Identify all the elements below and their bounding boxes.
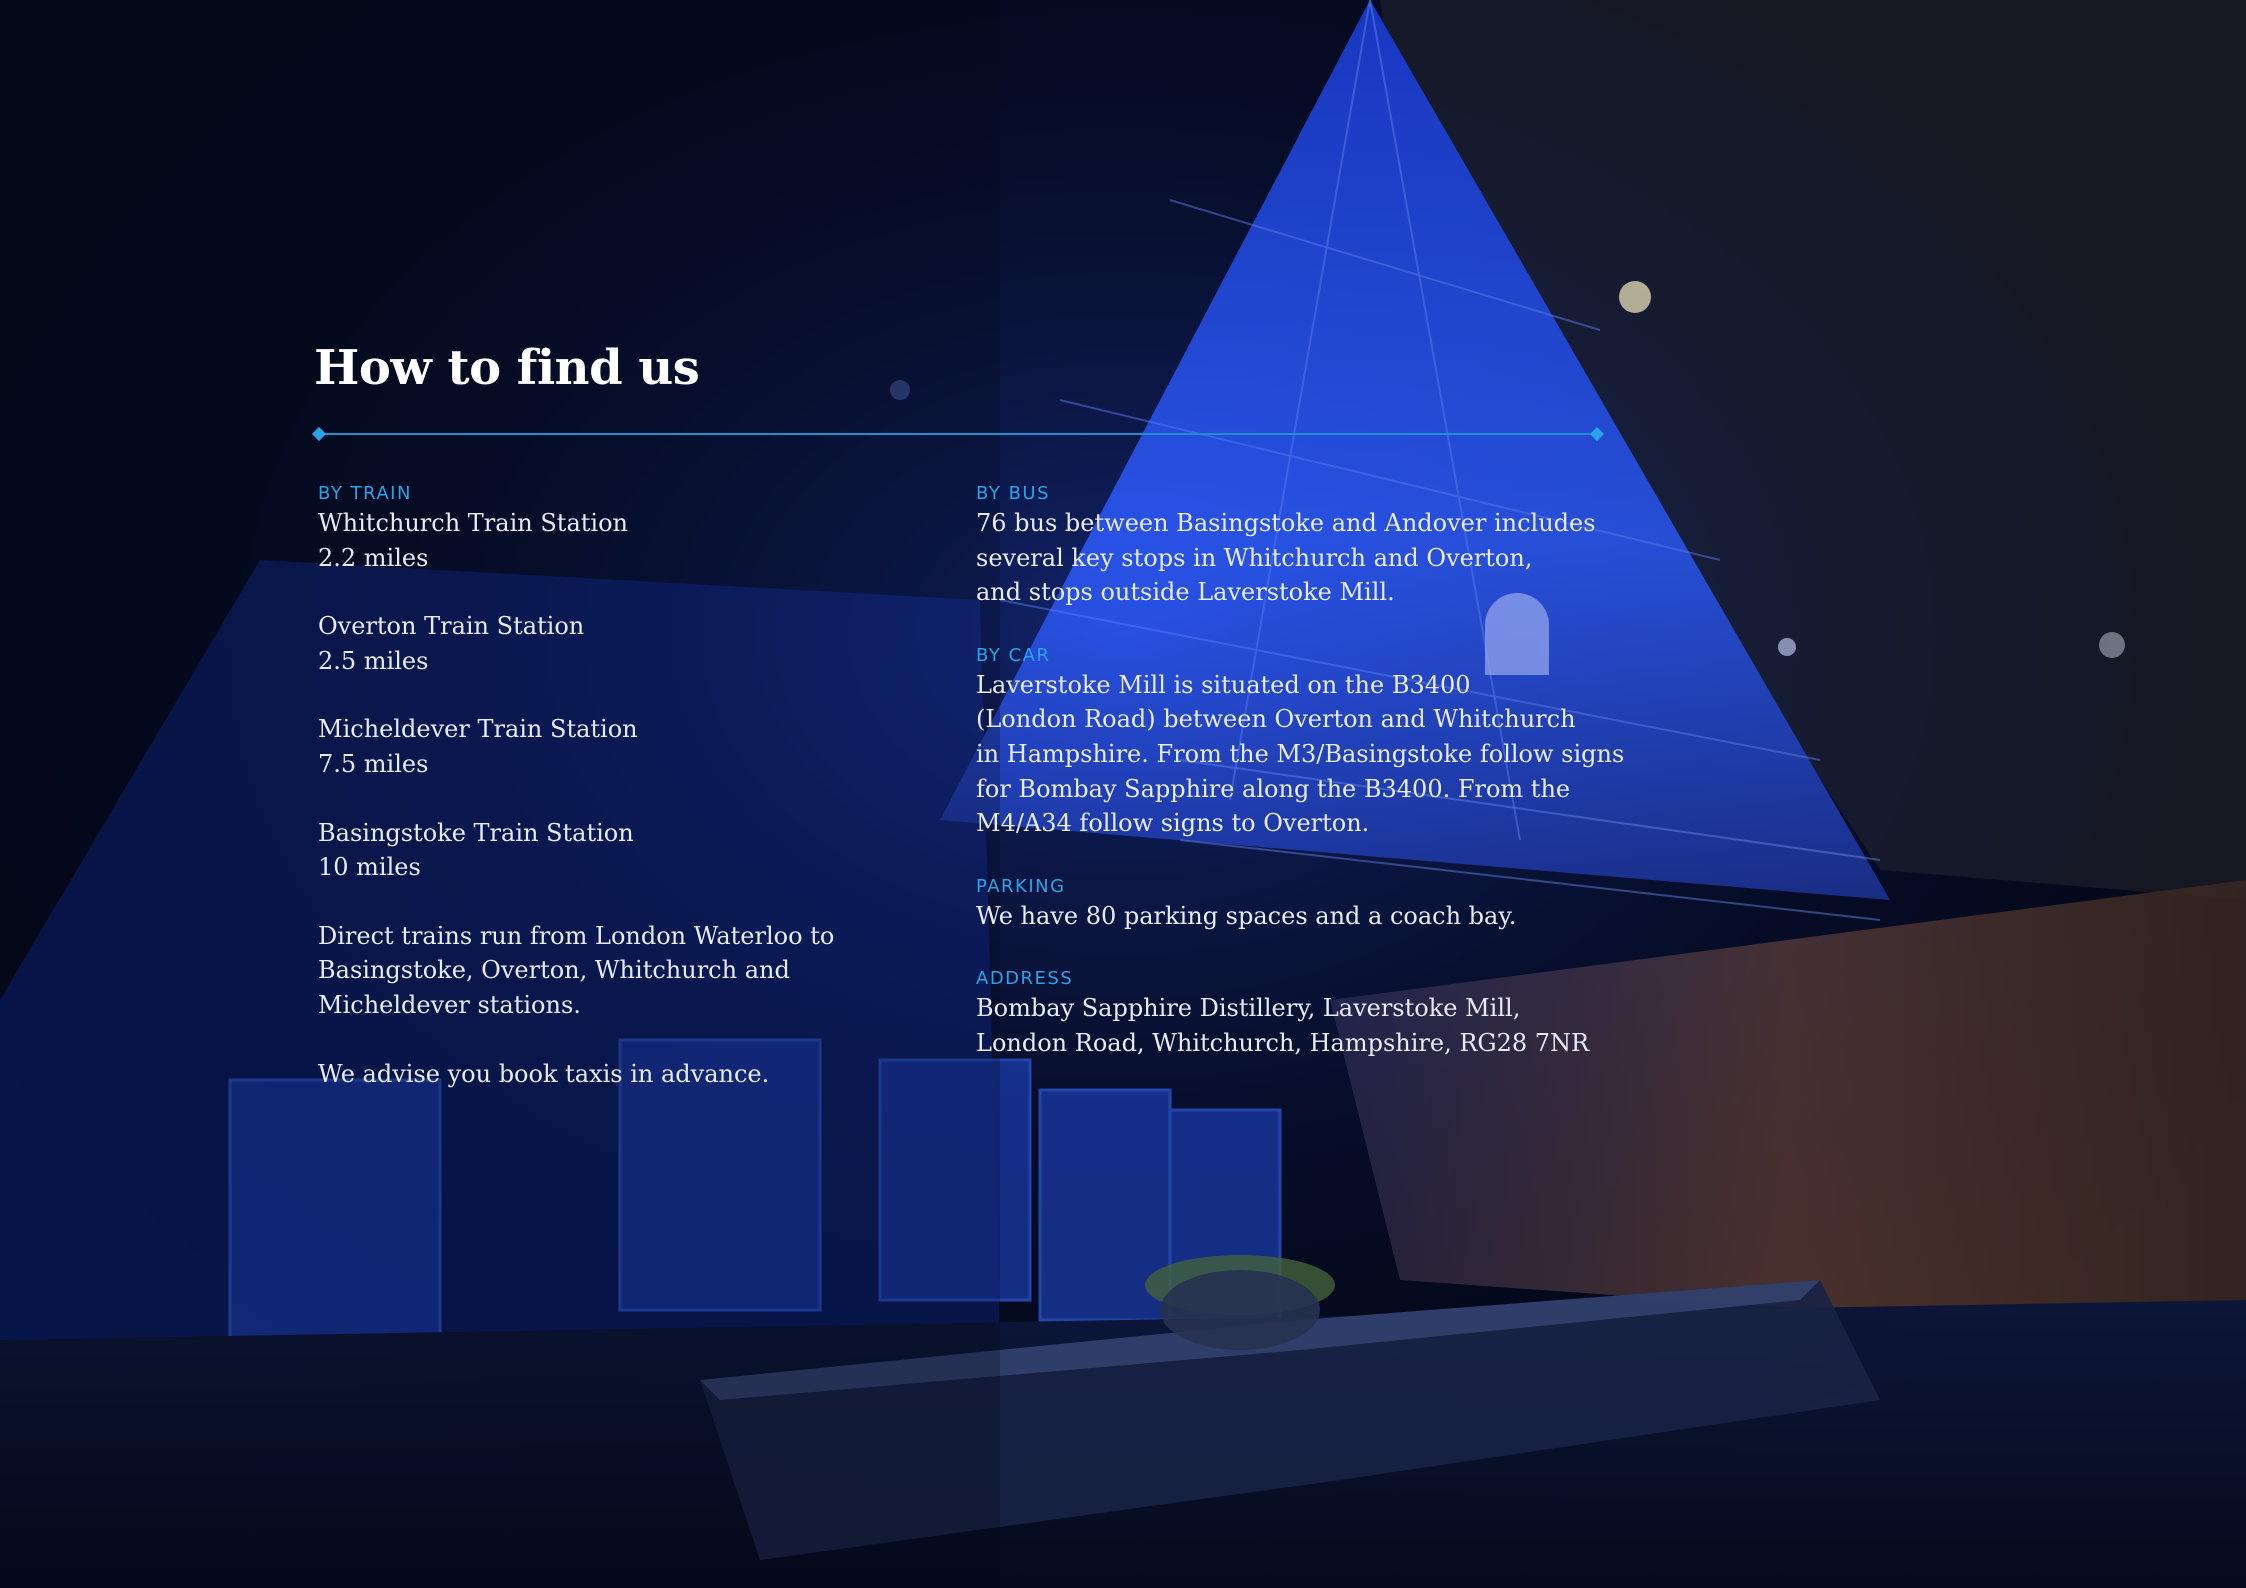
station-name: Basingstoke Train Station (318, 818, 634, 847)
title-divider (311, 426, 1605, 442)
taxi-note: We advise you book taxis in advance. (318, 1057, 938, 1092)
address-section: ADDRESS Bombay Sapphire Distillery, Lave… (976, 967, 1636, 1060)
by-bus-label: BY BUS (976, 483, 1051, 504)
station-name: Overton Train Station (318, 612, 585, 641)
parking-label: PARKING (976, 875, 1066, 897)
by-train-label: BY TRAIN (318, 483, 412, 504)
parking-section: PARKING We have 80 parking spaces and a … (976, 875, 1636, 934)
how-to-find-us-page: How to find us BY TRAIN Whitchurch Train… (0, 0, 2246, 1588)
station-distance: 10 miles (318, 853, 421, 882)
station-distance: 2.5 miles (318, 646, 429, 675)
direct-trains-note: Direct trains run from London Waterloo t… (318, 919, 938, 1023)
taxi-advice-text: We advise you book taxis in advance. (318, 1059, 770, 1088)
station-distance: 7.5 miles (318, 749, 429, 778)
station-item: Basingstoke Train Station 10 miles (318, 816, 938, 885)
direct-trains-text: Direct trains run from London Waterloo t… (318, 921, 835, 1019)
station-item: Micheldever Train Station 7.5 miles (318, 712, 938, 781)
station-item: Whitchurch Train Station 2.2 miles (318, 506, 938, 575)
address-label: ADDRESS (976, 968, 1074, 990)
by-train-section: BY TRAIN Whitchurch Train Station 2.2 mi… (318, 482, 938, 1125)
by-bus-section: BY BUS 76 bus between Basingstoke and An… (976, 482, 1636, 610)
by-bus-text: 76 bus between Basingstoke and Andover i… (976, 509, 1596, 607)
station-distance: 2.2 miles (318, 543, 429, 572)
by-car-section: BY CAR Laverstoke Mill is situated on th… (976, 644, 1636, 841)
parking-text: We have 80 parking spaces and a coach ba… (976, 901, 1517, 930)
other-transport-column: BY BUS 76 bus between Basingstoke and An… (976, 482, 1636, 1095)
address-text: Bombay Sapphire Distillery, Laverstoke M… (976, 994, 1590, 1057)
station-item: Overton Train Station 2.5 miles (318, 609, 938, 678)
by-car-text: Laverstoke Mill is situated on the B3400… (976, 670, 1625, 838)
by-car-label: BY CAR (976, 644, 1051, 666)
station-name: Whitchurch Train Station (318, 509, 628, 537)
divider-diamond-right-icon (1589, 426, 1605, 442)
station-name: Micheldever Train Station (318, 715, 638, 744)
divider-diamond-left-icon (311, 426, 327, 442)
page-title: How to find us (314, 340, 700, 396)
